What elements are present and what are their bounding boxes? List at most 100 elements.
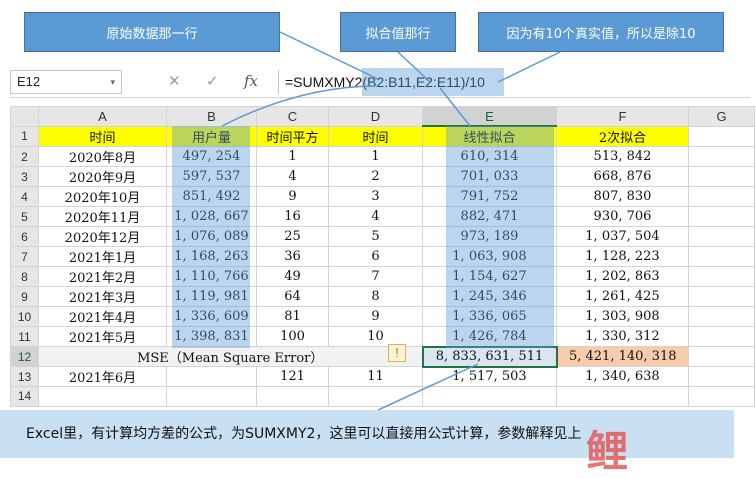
cell-g14[interactable] (688, 386, 755, 407)
cell-a[interactable]: 2020年12月 (38, 226, 167, 248)
cell-d[interactable]: 3 (328, 186, 423, 208)
cell-c[interactable]: 49 (256, 266, 329, 288)
cell-e[interactable]: 791, 752 (422, 186, 557, 208)
cell-e[interactable]: 973, 189 (422, 226, 557, 248)
cell-c[interactable]: 36 (256, 246, 329, 268)
row-header[interactable]: 7 (10, 246, 39, 268)
cell-c[interactable]: 100 (256, 326, 329, 348)
row-header[interactable]: 1 (10, 125, 39, 148)
cell-e[interactable]: 1, 063, 908 (422, 246, 557, 268)
cell-b[interactable]: 1, 398, 831 (166, 326, 257, 348)
cell-c13[interactable]: 121 (256, 366, 329, 388)
column-header-e[interactable]: E (422, 106, 557, 128)
cell-c[interactable]: 4 (256, 166, 329, 188)
cell-b1[interactable]: 用户量 (166, 125, 257, 148)
cell-e1[interactable]: 线性拟合 (422, 125, 557, 148)
cell-b13[interactable] (166, 366, 257, 388)
cell-b[interactable]: 1, 168, 263 (166, 246, 257, 268)
cell-e[interactable]: 1, 426, 784 (422, 326, 557, 348)
cell-c[interactable]: 64 (256, 286, 329, 308)
select-all-corner[interactable] (10, 106, 39, 127)
cell-g[interactable] (688, 246, 755, 268)
warning-icon[interactable]: ! (388, 344, 406, 362)
row-header[interactable]: 8 (10, 266, 39, 288)
chevron-down-icon[interactable]: ▾ (110, 71, 115, 93)
cell-e[interactable]: 610, 314 (422, 146, 557, 168)
cell-g[interactable] (688, 266, 755, 288)
cell-a[interactable]: 2020年9月 (38, 166, 167, 188)
cell-c[interactable]: 81 (256, 306, 329, 328)
column-header-d[interactable]: D (328, 106, 423, 127)
cell-f1[interactable]: 2次拟合 (556, 125, 689, 148)
cell-b[interactable]: 1, 336, 609 (166, 306, 257, 328)
cancel-icon[interactable]: ✕ (168, 72, 181, 90)
cell-b[interactable]: 1, 119, 981 (166, 286, 257, 308)
cell-d[interactable]: 7 (328, 266, 423, 288)
column-header-f[interactable]: F (556, 106, 689, 127)
cell-f[interactable]: 1, 261, 425 (556, 286, 689, 308)
cell-a[interactable]: 2021年2月 (38, 266, 167, 288)
cell-e[interactable]: 1, 154, 627 (422, 266, 557, 288)
cell-c14[interactable] (256, 386, 329, 407)
cell-e13[interactable]: 1, 517, 503 (422, 366, 557, 388)
row-header[interactable]: 11 (10, 326, 39, 348)
cell-f[interactable]: 1, 037, 504 (556, 226, 689, 248)
row-header[interactable]: 10 (10, 306, 39, 328)
cell-d[interactable]: 9 (328, 306, 423, 328)
cell-d[interactable]: 6 (328, 246, 423, 268)
row-header[interactable]: 9 (10, 286, 39, 308)
cell-b[interactable]: 597, 537 (166, 166, 257, 188)
row-header[interactable]: 4 (10, 186, 39, 208)
cell-d[interactable]: 2 (328, 166, 423, 188)
cell-a[interactable]: 2021年4月 (38, 306, 167, 328)
formula-input[interactable]: =SUMXMY2(B2:B11,E2:E11)/10 (278, 70, 748, 94)
cell-g[interactable] (688, 286, 755, 308)
cell-e[interactable]: 701, 033 (422, 166, 557, 188)
cell-g[interactable] (688, 306, 755, 328)
cell-a[interactable]: 2020年8月 (38, 146, 167, 168)
row-header[interactable]: 6 (10, 226, 39, 248)
cell-d[interactable]: 8 (328, 286, 423, 308)
name-box[interactable]: E12 ▾ (10, 70, 122, 94)
cell-f[interactable]: 513, 842 (556, 146, 689, 168)
column-header-b[interactable]: B (166, 106, 257, 127)
cell-e12-selected[interactable]: 8, 833, 631, 511 (421, 345, 558, 368)
cell-e14[interactable] (422, 386, 557, 407)
cell-f14[interactable] (556, 386, 689, 407)
cell-f[interactable]: 1, 128, 223 (556, 246, 689, 268)
cell-c[interactable]: 1 (256, 146, 329, 168)
cell-e[interactable]: 882, 471 (422, 206, 557, 228)
cell-c[interactable]: 16 (256, 206, 329, 228)
cell-f[interactable]: 1, 303, 908 (556, 306, 689, 328)
cell-f12[interactable]: 5, 421, 140, 318 (556, 346, 689, 368)
cell-b[interactable]: 1, 076, 089 (166, 226, 257, 248)
cell-f[interactable]: 668, 876 (556, 166, 689, 188)
cell-b14[interactable] (166, 386, 257, 407)
cell-a[interactable]: 2021年3月 (38, 286, 167, 308)
column-header-c[interactable]: C (256, 106, 329, 127)
cell-b[interactable]: 497, 254 (166, 146, 257, 168)
row-header[interactable]: 13 (10, 366, 39, 388)
row-header[interactable]: 12 (10, 346, 39, 368)
cell-a1[interactable]: 时间 (38, 125, 167, 148)
cell-c[interactable]: 9 (256, 186, 329, 208)
cell-g[interactable] (688, 186, 755, 208)
cell-d[interactable]: 10 (328, 326, 423, 348)
cell-g12[interactable] (688, 346, 755, 368)
cell-a[interactable]: 2020年10月 (38, 186, 167, 208)
cell-d[interactable]: 5 (328, 226, 423, 248)
cell-d14[interactable] (328, 386, 423, 407)
row-header[interactable]: 14 (10, 386, 39, 407)
cell-d1[interactable]: 时间 (328, 125, 423, 148)
cell-d13[interactable]: 11 (328, 366, 423, 388)
cell-d[interactable]: 4 (328, 206, 423, 228)
cell-g[interactable] (688, 206, 755, 228)
cell-b[interactable]: 1, 110, 766 (166, 266, 257, 288)
row-header[interactable]: 3 (10, 166, 39, 188)
cell-a[interactable]: 2020年11月 (38, 206, 167, 228)
cell-f[interactable]: 807, 830 (556, 186, 689, 208)
cell-g13[interactable] (688, 366, 755, 388)
cell-g1[interactable] (688, 125, 755, 148)
cell-g[interactable] (688, 146, 755, 168)
row-header[interactable]: 5 (10, 206, 39, 228)
